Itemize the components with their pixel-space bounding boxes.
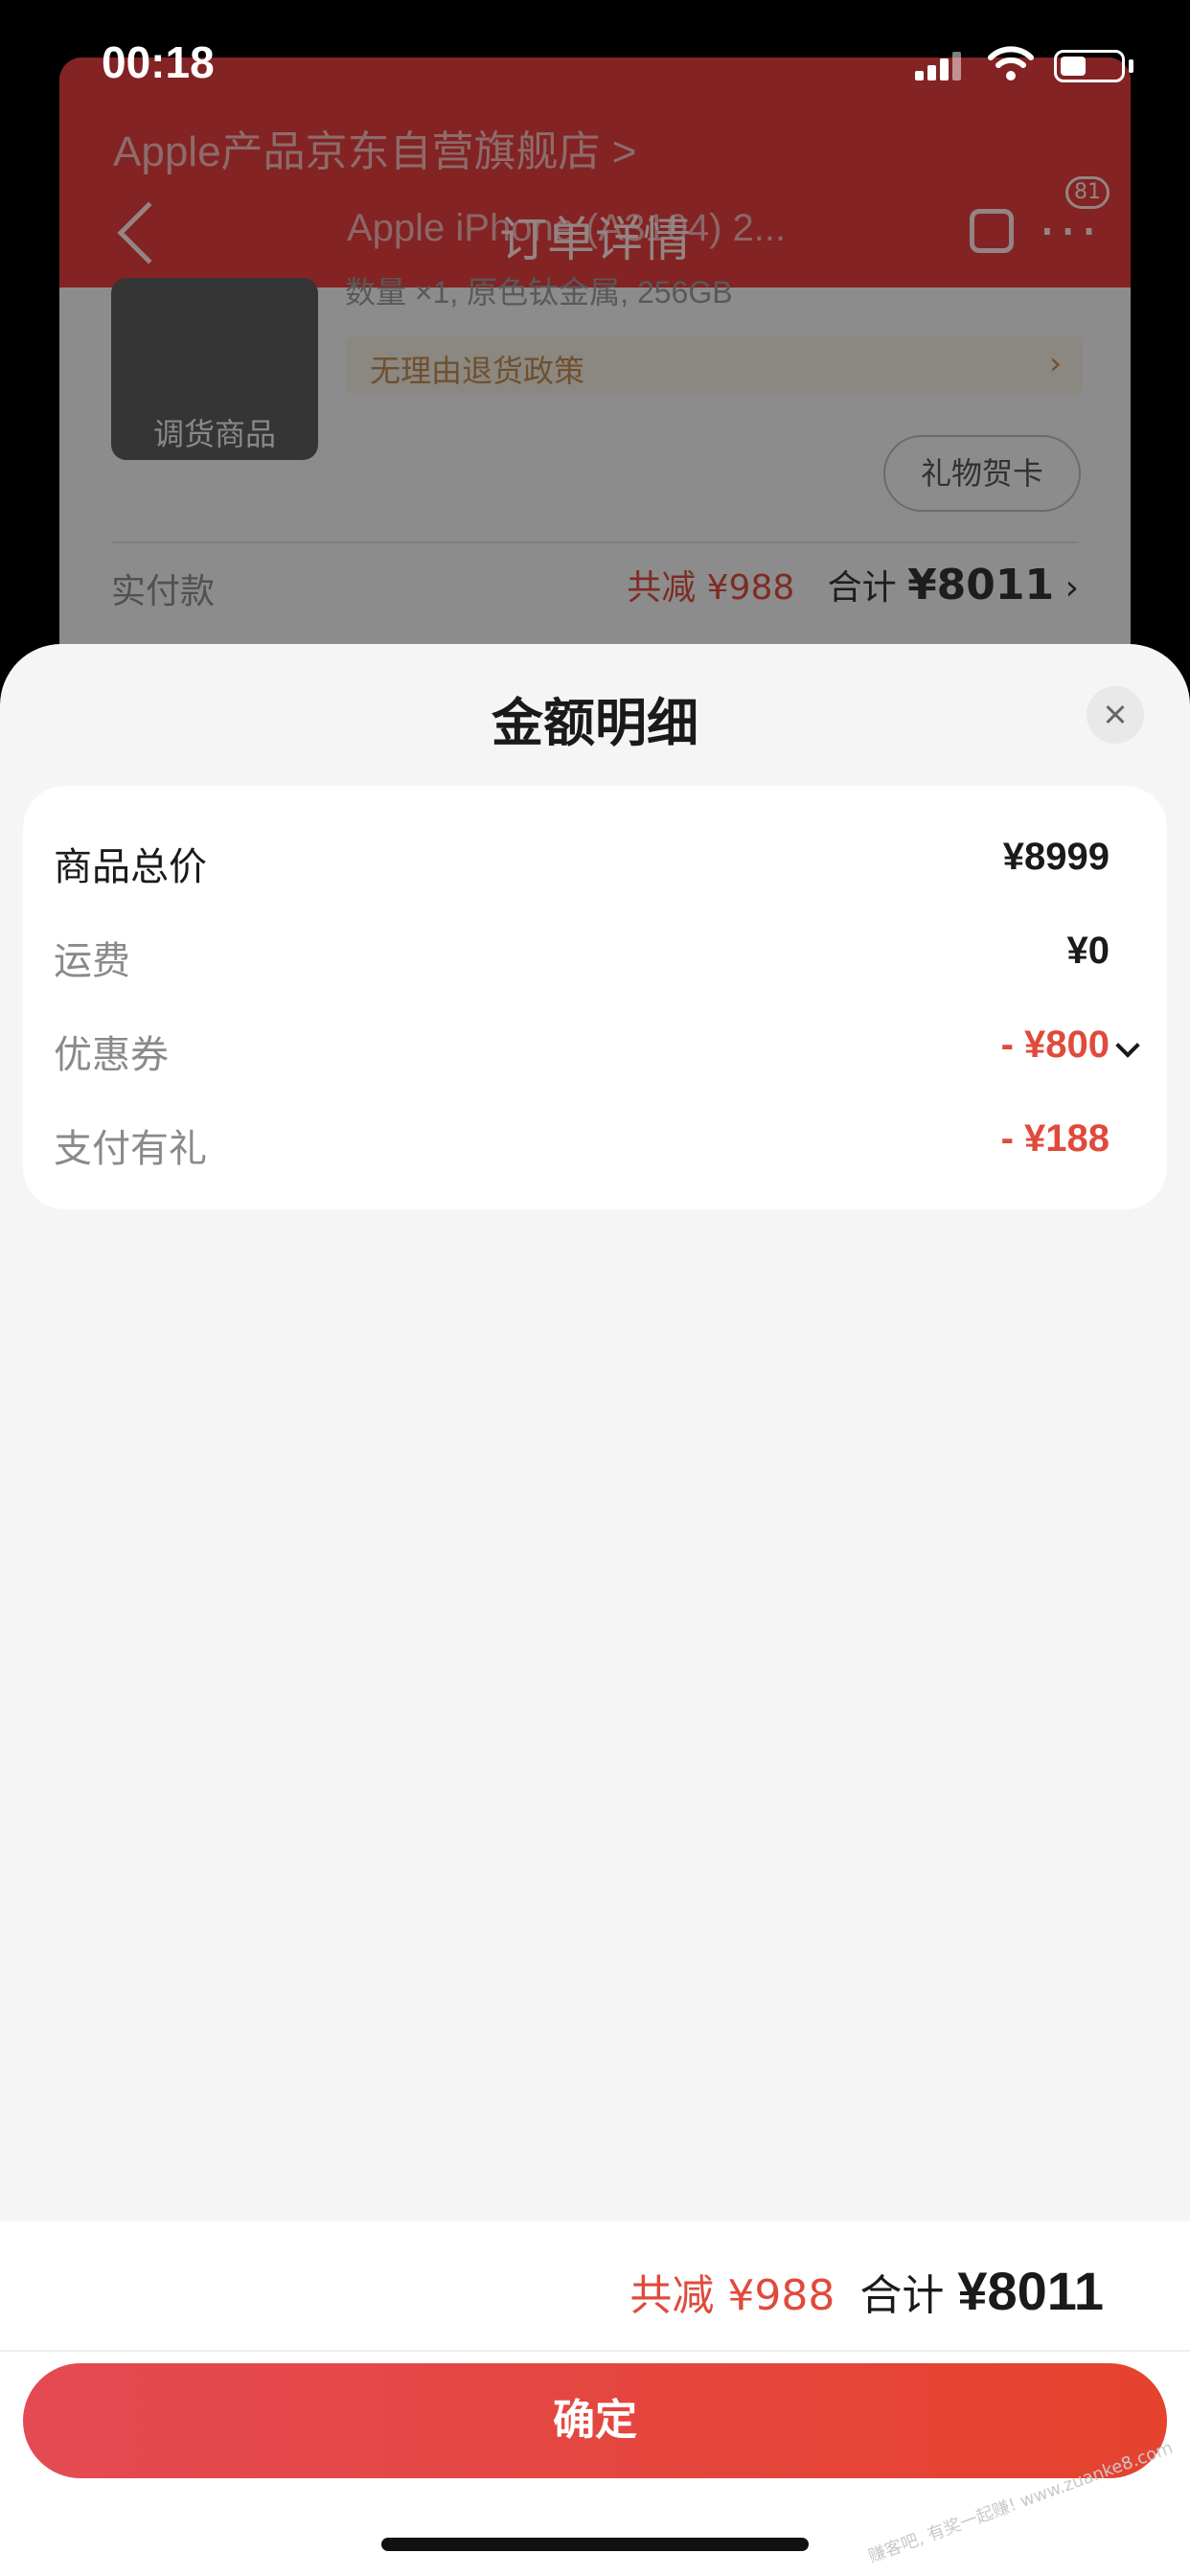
item-total-value: ¥8999: [1002, 836, 1110, 878]
amount-card: 商品总价 ¥8999 运费 ¥0 优惠券 - ¥800 支付有礼 - ¥188: [23, 786, 1167, 1209]
battery-level: [1061, 57, 1086, 76]
coupon-row[interactable]: 优惠券 - ¥800: [23, 1012, 1167, 1089]
list-item: 运费 ¥0: [23, 918, 1167, 995]
coupon-label: 优惠券: [54, 1033, 169, 1077]
sheet-title: 金额明细: [492, 693, 698, 753]
coupon-value: - ¥800: [1000, 1024, 1110, 1066]
status-time: 00:18: [102, 37, 215, 87]
modal-overlay[interactable]: [0, 0, 1190, 671]
payment-gift-label: 支付有礼: [54, 1127, 207, 1171]
total-value: ¥8011: [957, 2261, 1104, 2321]
list-item: 支付有礼 - ¥188: [23, 1106, 1167, 1183]
sheet-footer: 共减 ¥988 合计 ¥8011 确定: [0, 2221, 1190, 2576]
signal-icon: [915, 52, 963, 80]
total-discount: 共减 ¥988: [629, 2271, 835, 2320]
total-label: 合计: [859, 2271, 945, 2320]
home-indicator[interactable]: [381, 2538, 809, 2551]
wifi-icon: [988, 46, 1034, 80]
payment-gift-value: - ¥188: [1000, 1117, 1110, 1160]
item-total-label: 商品总价: [54, 845, 207, 889]
battery-icon: [1054, 50, 1125, 82]
total-summary: 共减 ¥988 合计 ¥8011: [629, 2260, 1104, 2322]
chevron-down-icon[interactable]: [1115, 1033, 1140, 1058]
confirm-button[interactable]: 确定: [23, 2363, 1167, 2478]
shipping-value: ¥0: [1066, 930, 1110, 972]
close-icon[interactable]: [1087, 686, 1144, 744]
divider: [0, 2350, 1190, 2352]
shipping-label: 运费: [54, 939, 130, 983]
battery-tip: [1129, 59, 1133, 73]
list-item: 商品总价 ¥8999: [23, 824, 1167, 901]
